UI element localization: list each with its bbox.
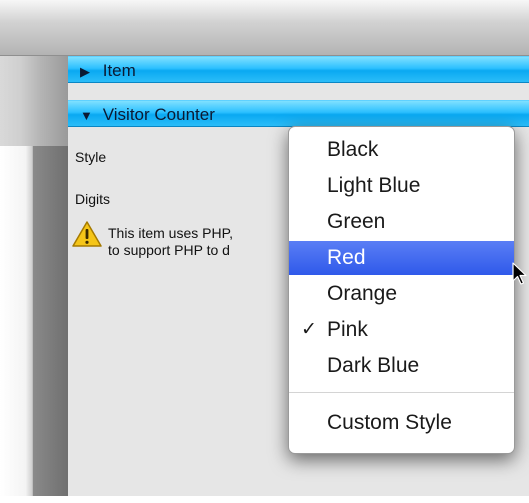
menu-item-pink[interactable]: ✓ Pink [289, 313, 514, 347]
menu-item-black[interactable]: Black [289, 133, 514, 167]
section-title: Visitor Counter [102, 105, 215, 124]
menu-item-label: Orange [327, 282, 398, 305]
menu-item-label: Green [327, 210, 386, 233]
triangle-down-icon[interactable]: ▼ [80, 102, 98, 129]
window-toolbar [0, 0, 529, 56]
menu-item-green[interactable]: Green [289, 205, 514, 239]
menu-item-label: Red [327, 246, 366, 269]
menu-item-orange[interactable]: Orange [289, 277, 514, 311]
style-label: Style [75, 149, 107, 165]
screenshot-stage: ▶ Item ▼ Visitor Counter Style Digits Th… [0, 0, 529, 503]
menu-item-label: Pink [327, 318, 368, 341]
menu-item-label: Black [327, 138, 379, 161]
section-header-item[interactable]: ▶ Item [68, 56, 529, 83]
section-header-visitor-counter[interactable]: ▼ Visitor Counter [68, 100, 529, 127]
warning-icon [72, 221, 102, 247]
menu-separator [289, 392, 514, 393]
menu-item-label: Dark Blue [327, 354, 420, 377]
triangle-right-icon[interactable]: ▶ [80, 58, 98, 85]
menu-item-custom-style[interactable]: Custom Style [289, 406, 514, 440]
canvas-shadow [33, 146, 68, 496]
page-edge [0, 146, 32, 496]
section-title: Item [102, 61, 136, 80]
page-canvas [0, 56, 68, 496]
warning-text: This item uses PHP, to support PHP to d [108, 225, 234, 258]
style-popup-menu[interactable]: Black Light Blue Green Red Orange ✓ Pink… [288, 126, 515, 454]
menu-item-light-blue[interactable]: Light Blue [289, 169, 514, 203]
checkmark-icon: ✓ [301, 319, 317, 340]
menu-item-label: Custom Style [327, 411, 452, 434]
pointer-icon [512, 262, 527, 285]
digits-label: Digits [75, 191, 111, 207]
menu-item-label: Light Blue [327, 174, 421, 197]
menu-item-dark-blue[interactable]: Dark Blue [289, 349, 514, 383]
menu-item-red[interactable]: Red [289, 241, 514, 275]
